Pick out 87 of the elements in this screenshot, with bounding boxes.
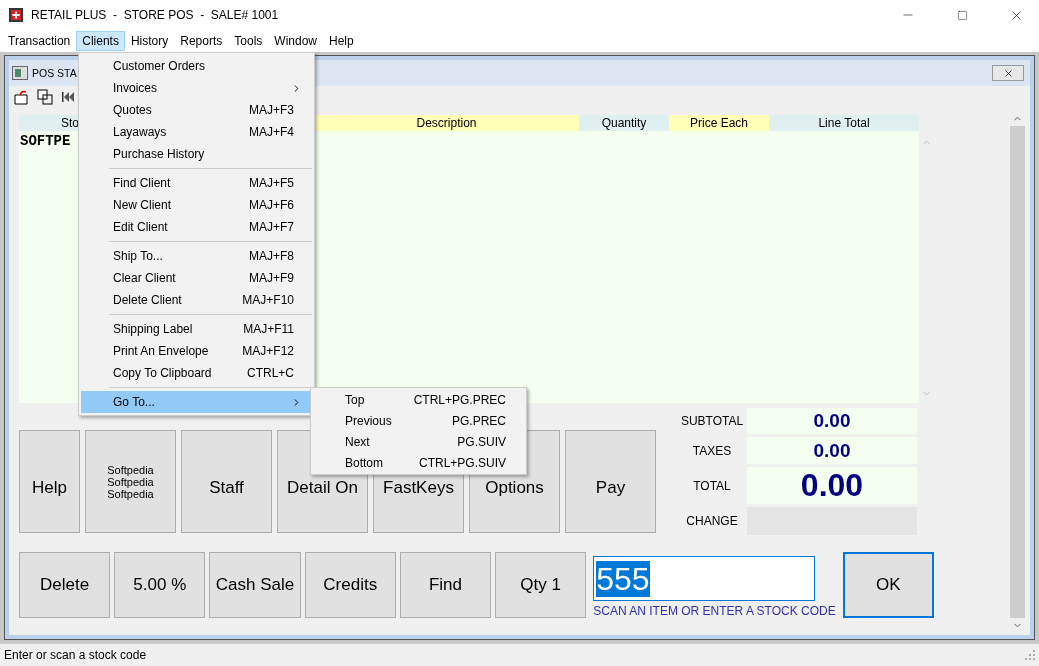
shortcut-label: MAJ+F7 — [249, 220, 294, 234]
folder-arrow-icon[interactable] — [13, 88, 31, 106]
shortcut-label: MAJ+F8 — [249, 249, 294, 263]
child-window-title: POS STA — [32, 67, 78, 79]
column-header: Description — [314, 115, 579, 131]
function-button[interactable]: Staff — [181, 430, 272, 533]
menu-entry-label: Invoices — [113, 81, 159, 95]
menu-entry-label: Next — [345, 434, 371, 449]
menu-entry[interactable]: Clear Client MAJ+F9 — [81, 267, 312, 289]
table-cell-text: SOFTPE — [19, 132, 72, 149]
action-button[interactable]: Cash Sale — [209, 552, 301, 618]
menu-entry[interactable]: Edit Client MAJ+F7 — [81, 216, 312, 238]
shortcut-label: CTRL+C — [247, 366, 294, 380]
menu-entry[interactable]: Purchase History — [81, 143, 312, 165]
shortcut-label: PG.PREC — [452, 413, 506, 428]
total-value: 0.00 — [747, 408, 917, 434]
shortcut-label: CTRL+PG.PREC — [413, 392, 506, 407]
menu-entry-label: Customer Orders — [113, 59, 207, 73]
menu-item[interactable]: Window — [268, 31, 323, 51]
total-label: SUBTOTAL — [680, 414, 744, 428]
function-button[interactable]: Help — [19, 430, 80, 533]
shortcut-label: MAJ+F9 — [249, 271, 294, 285]
menu-entry-label: Quotes — [113, 103, 153, 117]
shortcut-label: MAJ+F6 — [249, 198, 294, 212]
action-button[interactable]: 5.00 % — [114, 552, 206, 618]
menu-entry[interactable]: Copy To Clipboard CTRL+C — [81, 362, 312, 384]
menu-entry[interactable]: Go To... — [81, 391, 312, 413]
total-value: 0.00 — [747, 437, 917, 464]
column-header: Price Each — [669, 115, 769, 131]
menu-item[interactable]: Transaction — [2, 31, 77, 51]
menu-entry[interactable]: Print An Envelope MAJ+F12 — [81, 340, 312, 362]
copy-icon[interactable] — [36, 88, 54, 106]
scan-hint: SCAN AN ITEM OR ENTER A STOCK CODE — [593, 604, 836, 618]
menu-item[interactable]: Reports — [174, 31, 229, 51]
total-label: TOTAL — [693, 478, 731, 493]
menu-entry[interactable]: Previous PG.PREC — [313, 410, 524, 431]
action-button[interactable]: Find — [399, 552, 491, 618]
menu-entry[interactable]: Customer Orders — [81, 55, 312, 77]
menu-entry[interactable]: Top CTRL+PG.PREC — [313, 389, 524, 410]
menu-item[interactable]: Tools — [228, 31, 269, 51]
total-label: TAXES — [692, 443, 732, 458]
menu-item[interactable]: History — [124, 31, 175, 51]
shortcut-label: MAJ+F11 — [243, 322, 294, 336]
menu-entry-label: Top — [345, 392, 366, 407]
total-label: CHANGE — [686, 514, 738, 528]
menu-entry-label: Delete Client — [113, 293, 183, 307]
menu-entry-label: Find Client — [113, 176, 172, 190]
close-icon — [1002, 67, 1014, 79]
menu-entry-label: Clear Client — [113, 271, 177, 285]
shortcut-label: MAJ+F3 — [249, 103, 294, 117]
scan-field[interactable]: 555 — [593, 556, 816, 601]
window-title: RETAIL PLUS - STORE POS - SALE# 1001 — [31, 8, 280, 22]
function-button[interactable]: Pay — [565, 430, 656, 533]
resize-grip-icon[interactable] — [1025, 650, 1035, 660]
close-button[interactable] — [992, 65, 1024, 81]
shortcut-label: MAJ+F12 — [242, 344, 294, 358]
menu-entry-label: Edit Client — [113, 220, 169, 234]
action-button[interactable]: Qty 1 — [495, 552, 587, 618]
menu-entry-label: Copy To Clipboard — [113, 366, 213, 380]
ok-button[interactable]: OK — [842, 552, 934, 618]
function-button[interactable]: Softpedia Softpedia Softpedia — [85, 430, 176, 533]
action-button[interactable]: Credits — [304, 552, 396, 618]
shortcut-label: MAJ+F10 — [242, 293, 294, 307]
maximize-icon[interactable] — [956, 9, 968, 21]
menu-entry-label: New Client — [113, 198, 173, 212]
menu-entry[interactable]: Invoices — [81, 77, 312, 99]
menu-entry[interactable]: Ship To... MAJ+F8 — [81, 245, 312, 267]
window-icon — [12, 66, 28, 80]
column-header: Quantity — [579, 115, 669, 131]
menu-entry-label: Purchase History — [113, 147, 206, 161]
menu-entry-label: Previous — [345, 413, 393, 428]
status-text: Enter or scan a stock code — [4, 648, 147, 662]
total-value: 0.00 — [747, 467, 917, 504]
menu-entry-label: Ship To... — [113, 249, 164, 263]
shortcut-label: MAJ+F5 — [249, 176, 294, 190]
app-logo-icon — [9, 8, 23, 22]
menu-entry-label: Print An Envelope — [113, 344, 210, 358]
menu-entry-label: Shipping Label — [113, 322, 194, 336]
menu-entry[interactable]: Shipping Label MAJ+F11 — [81, 318, 312, 340]
menu-entry[interactable]: Delete Client MAJ+F10 — [81, 289, 312, 311]
menu-item[interactable]: Clients — [76, 31, 125, 51]
action-button[interactable]: Delete — [19, 552, 111, 618]
menu-item[interactable]: Help — [323, 31, 360, 51]
menu-entry-label: Go To... — [113, 395, 156, 409]
column-header: Line Total — [769, 115, 919, 131]
menu-entry[interactable]: Find Client MAJ+F5 — [81, 172, 312, 194]
menu-entry[interactable]: New Client MAJ+F6 — [81, 194, 312, 216]
